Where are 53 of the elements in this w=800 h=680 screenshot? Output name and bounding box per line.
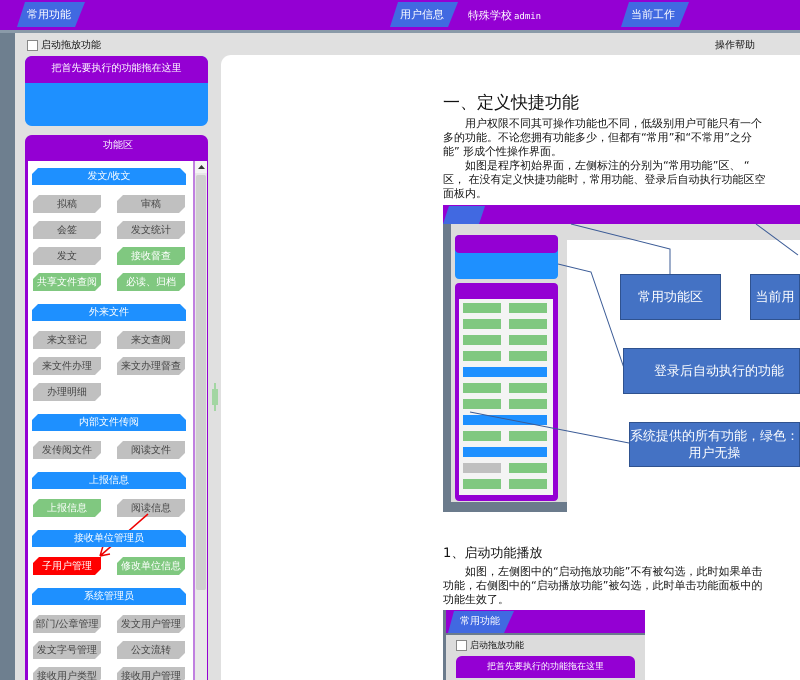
checkbox-label: 启动拖放功能 [470, 640, 524, 652]
checkbox-label: 启动拖放功能 [41, 38, 101, 52]
paragraph-line: 功能，右侧图中的“启动播放功能”被勾选，此时单击功能面板中的 [443, 579, 764, 593]
nav-tab[interactable]: 当前工作 [621, 2, 689, 27]
function-button[interactable]: 阅读信息 [117, 499, 185, 517]
function-button[interactable]: 会签 [33, 221, 101, 239]
help-link[interactable]: 操作帮助 [715, 38, 755, 55]
callout-label: 登录后自动执行的功能 [623, 348, 800, 394]
user-name: 特殊学校 admin [467, 8, 542, 22]
paragraph-line: 如图，左侧图中的“启动拖放功能”不有被勾选，此时如果单击 [464, 565, 764, 579]
function-button[interactable]: 来文登记 [33, 331, 101, 349]
section-header[interactable]: 外来文件 [32, 304, 186, 321]
callout-label: 常用功能区 [620, 274, 721, 320]
function-button[interactable]: 部门/公章管理 [33, 615, 101, 633]
function-button[interactable]: 发文 [33, 247, 101, 265]
function-button[interactable]: 公文流转 [117, 641, 185, 659]
function-button[interactable]: 发文用户管理 [117, 615, 185, 633]
function-button[interactable]: 发传阅文件 [33, 441, 101, 459]
nav-tab[interactable]: 常用功能 [17, 2, 85, 27]
paragraph-line: 功能生效了。 [443, 593, 510, 607]
document-heading: 一、定义快捷功能 [443, 92, 580, 114]
function-button[interactable]: 审稿 [117, 195, 185, 213]
function-button[interactable]: 办理明细 [33, 383, 101, 401]
section-header[interactable]: 接收单位管理员 [32, 530, 186, 547]
function-button[interactable]: 发文字号管理 [33, 641, 101, 659]
paragraph-line: 区， 在没有定义快捷功能时，常用功能、登录后自动执行功能区空 [443, 173, 766, 187]
up-arrow-icon [198, 165, 204, 169]
leader-line [756, 224, 798, 256]
paragraph-line: 多的功能。不论您拥有功能多少，但都有“常用”和“不常用”之分 [443, 131, 753, 145]
nav-tab[interactable]: 用户信息 [390, 2, 458, 27]
paragraph-line: 面板内。 [443, 187, 488, 201]
checkbox[interactable] [27, 40, 38, 50]
paragraph-line: 能” 形成个性操作界面。 [443, 145, 564, 159]
panel-title: 功能区 [102, 138, 134, 153]
function-button[interactable]: 来文查阅 [117, 331, 185, 349]
function-button[interactable]: 拟稿 [33, 195, 101, 213]
section-heading: 1、启动功能播放 [443, 545, 544, 562]
section-header[interactable]: 上报信息 [32, 472, 186, 489]
function-button[interactable]: 来文办理督查 [117, 357, 185, 375]
function-button[interactable]: 来文件办理 [33, 357, 101, 375]
panel-title: 把首先要执行的功能拖在这里 [25, 56, 208, 83]
section-header[interactable]: 系统管理员 [32, 588, 186, 605]
section-header[interactable]: 发文/收文 [32, 168, 186, 185]
panel-title: 把首先要执行的功能拖在这里 [456, 656, 635, 678]
paragraph-line: 如图是程序初始界面，左侧标注的分别为“常用功能”区、 “ [464, 159, 751, 173]
function-button[interactable]: 子用户管理 [33, 557, 101, 575]
paragraph-line: 用户权限不同其可操作功能也不同，低级别用户可能只有一个 [464, 117, 763, 131]
section-header[interactable]: 内部文件传阅 [32, 414, 186, 431]
scrollbar[interactable] [195, 161, 207, 680]
function-button[interactable]: 发文统计 [117, 221, 185, 239]
callout-label: 系统提供的所有功能，绿色： 用户无操 [629, 422, 800, 467]
function-button[interactable]: 阅读文件 [117, 441, 185, 459]
callout-label: 当前用 [750, 274, 800, 320]
